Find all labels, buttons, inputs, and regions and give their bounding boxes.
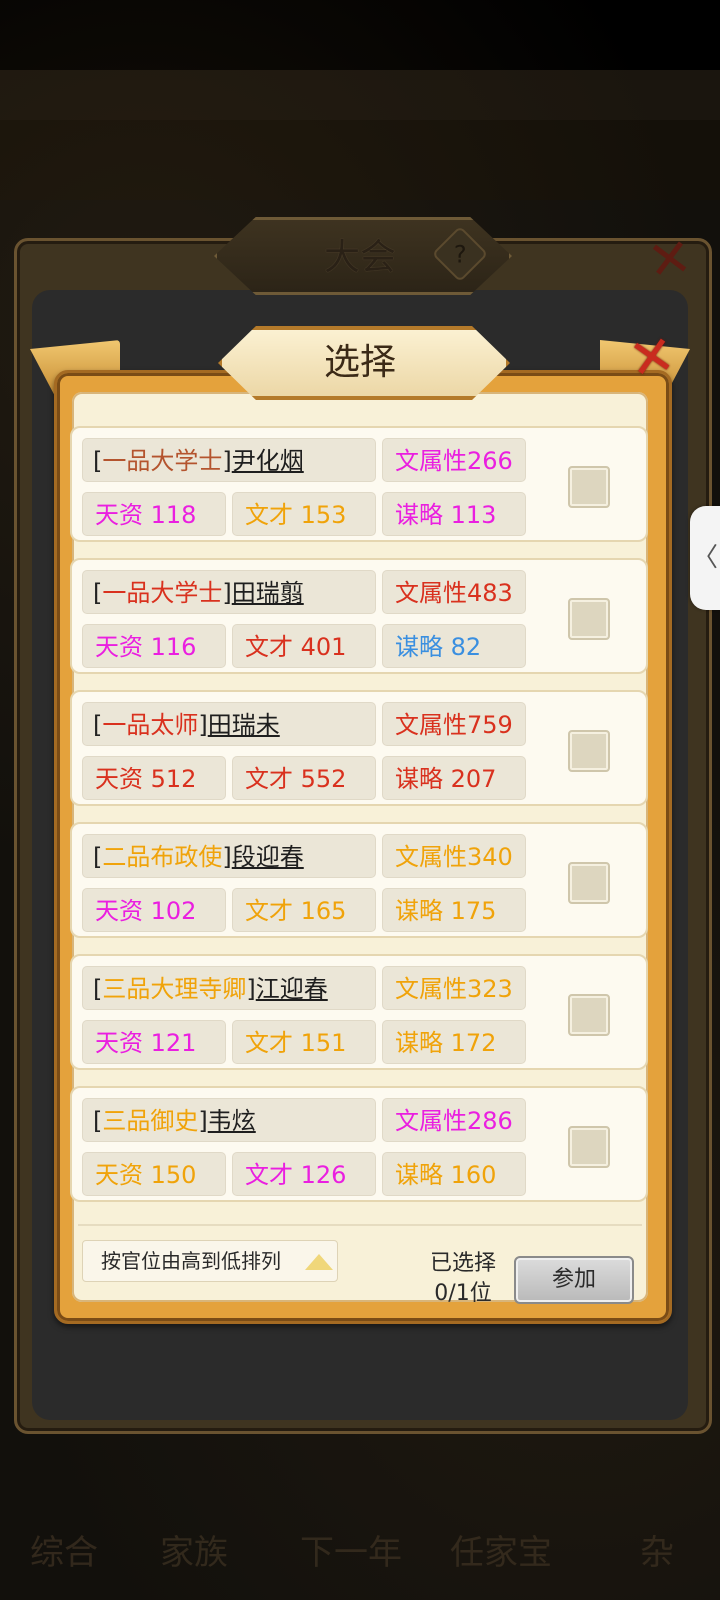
candidate-attribute: 文属性483: [382, 570, 526, 614]
join-button[interactable]: 参加: [514, 1256, 634, 1304]
select-checkbox[interactable]: [568, 1126, 610, 1168]
candidate-name[interactable]: 江迎春: [256, 975, 328, 1003]
candidate-title: [一品大学士]田瑞翦: [82, 570, 376, 614]
candidate-name[interactable]: 田瑞翦: [232, 579, 304, 607]
bg-nav-item: 杂: [640, 1533, 674, 1573]
candidate-title: [一品大学士]尹化烟: [82, 438, 376, 482]
candidate-talent: 天资 102: [82, 888, 226, 932]
sort-button[interactable]: 按官位由高到低排列: [82, 1240, 338, 1282]
bg-nav-item: 任家宝: [450, 1533, 552, 1573]
side-drawer-chevron-icon[interactable]: 〈: [690, 506, 720, 610]
candidate-strategy: 谋略 113: [382, 492, 526, 536]
sort-triangle-icon: [305, 1254, 333, 1270]
dialog-title: 选择: [323, 342, 396, 383]
select-checkbox[interactable]: [568, 598, 610, 640]
candidate-talent: 天资 118: [82, 492, 226, 536]
background-bottom-nav: 综合 家族 下一年 任家宝 杂: [0, 1470, 720, 1600]
candidate-title: [二品布政使]段迎春: [82, 834, 376, 878]
candidate-strategy: 谋略 172: [382, 1020, 526, 1064]
candidate-name[interactable]: 段迎春: [232, 843, 304, 871]
close-icon[interactable]: ✕: [617, 323, 687, 393]
candidate-talent: 天资 116: [82, 624, 226, 668]
candidate-list[interactable]: [一品大学士]尹化烟 文属性266 天资 118 文才 153 谋略 113 […: [70, 426, 650, 1216]
candidate-talent: 天资 512: [82, 756, 226, 800]
candidate-attribute: 文属性286: [382, 1098, 526, 1142]
select-checkbox[interactable]: [568, 466, 610, 508]
candidate-rank: 一品大学士: [102, 579, 223, 607]
candidate-literacy: 文才 151: [232, 1020, 376, 1064]
candidate-card[interactable]: [三品御史]韦炫 文属性286 天资 150 文才 126 谋略 160: [70, 1086, 648, 1202]
candidate-literacy: 文才 126: [232, 1152, 376, 1196]
candidate-name[interactable]: 韦炫: [208, 1107, 256, 1135]
candidate-strategy: 谋略 160: [382, 1152, 526, 1196]
candidate-literacy: 文才 165: [232, 888, 376, 932]
candidate-card[interactable]: [一品大学士]田瑞翦 文属性483 天资 116 文才 401 谋略 82: [70, 558, 648, 674]
candidate-card[interactable]: [一品太师]田瑞未 文属性759 天资 512 文才 552 谋略 207: [70, 690, 648, 806]
candidate-strategy: 谋略 82: [382, 624, 526, 668]
candidate-strategy: 谋略 207: [382, 756, 526, 800]
bg-nav-item: 家族: [160, 1533, 228, 1573]
select-checkbox[interactable]: [568, 862, 610, 904]
candidate-rank: 三品大理寺卿: [102, 975, 247, 1003]
candidate-attribute: 文属性759: [382, 702, 526, 746]
candidate-literacy: 文才 153: [232, 492, 376, 536]
candidate-rank: 一品大学士: [102, 447, 223, 475]
candidate-name[interactable]: 田瑞未: [208, 711, 280, 739]
candidate-title: [三品大理寺卿]江迎春: [82, 966, 376, 1010]
candidate-rank: 三品御史: [102, 1107, 199, 1135]
bg-nav-item: 下一年: [300, 1533, 402, 1573]
help-icon-glyph: ?: [453, 240, 467, 268]
candidate-name[interactable]: 尹化烟: [232, 447, 304, 475]
candidate-card[interactable]: [二品布政使]段迎春 文属性340 天资 102 文才 165 谋略 175: [70, 822, 648, 938]
candidate-literacy: 文才 552: [232, 756, 376, 800]
candidate-title: [三品御史]韦炫: [82, 1098, 376, 1142]
bg-nav-item: 综合: [30, 1533, 98, 1573]
outer-close-icon[interactable]: ✕: [644, 227, 696, 292]
candidate-card[interactable]: [三品大理寺卿]江迎春 文属性323 天资 121 文才 151 谋略 172: [70, 954, 648, 1070]
candidate-strategy: 谋略 175: [382, 888, 526, 932]
candidate-literacy: 文才 401: [232, 624, 376, 668]
candidate-talent: 天资 121: [82, 1020, 226, 1064]
selected-count: 0/1位: [434, 1281, 492, 1306]
candidate-title: [一品太师]田瑞未: [82, 702, 376, 746]
select-checkbox[interactable]: [568, 730, 610, 772]
footer-divider: [78, 1224, 642, 1226]
candidate-talent: 天资 150: [82, 1152, 226, 1196]
candidate-attribute: 文属性340: [382, 834, 526, 878]
sort-label: 按官位由高到低排列: [101, 1249, 281, 1273]
candidate-rank: 二品布政使: [102, 843, 223, 871]
select-checkbox[interactable]: [568, 994, 610, 1036]
selected-label: 已选择: [429, 1251, 496, 1276]
candidate-attribute: 文属性266: [382, 438, 526, 482]
candidate-card[interactable]: [一品大学士]尹化烟 文属性266 天资 118 文才 153 谋略 113: [70, 426, 648, 542]
candidate-attribute: 文属性323: [382, 966, 526, 1010]
candidate-rank: 一品太师: [102, 711, 199, 739]
